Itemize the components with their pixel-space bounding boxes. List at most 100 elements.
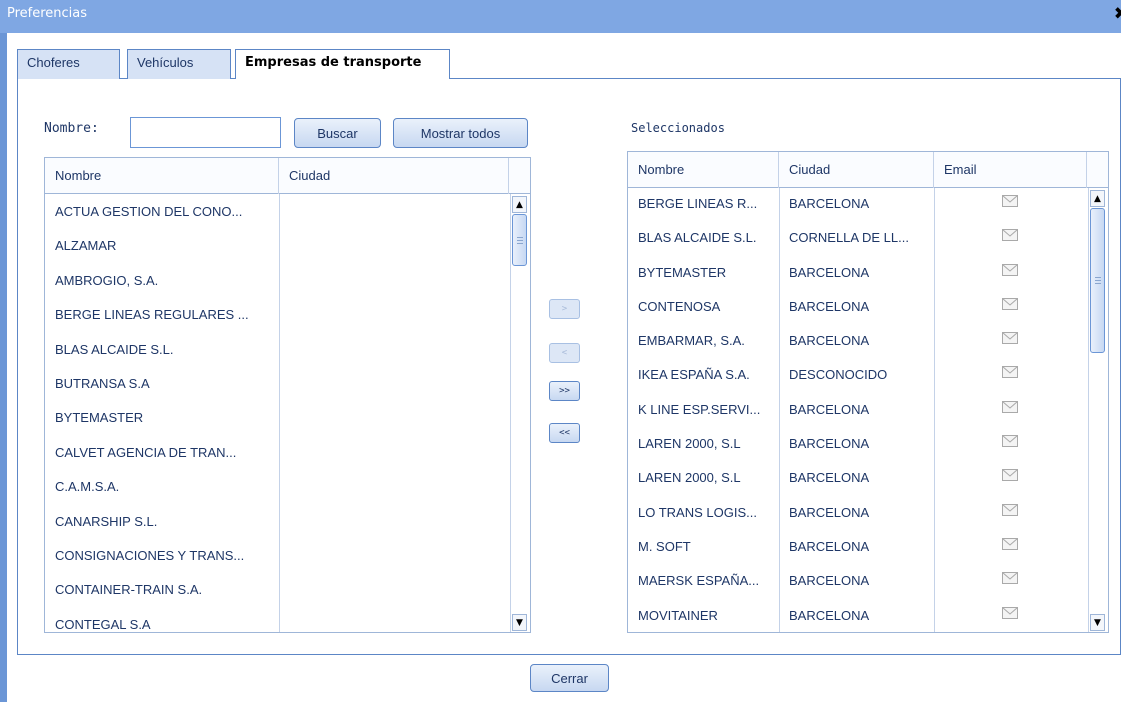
tab-label: Choferes bbox=[27, 55, 80, 70]
cell-nombre: BYTEMASTER bbox=[638, 264, 727, 280]
tab-choferes[interactable]: Choferes bbox=[17, 49, 120, 79]
tab-label: Vehículos bbox=[137, 55, 194, 70]
cell-nombre: CONTENOSA bbox=[638, 298, 721, 314]
cell-ciudad: BARCELONA bbox=[789, 401, 870, 417]
cell-nombre: LAREN 2000, S.L bbox=[638, 436, 741, 452]
email-icon[interactable] bbox=[1002, 469, 1018, 482]
cell-ciudad: BARCELONA bbox=[789, 470, 870, 486]
selected-scrollbar[interactable]: ▲ ▼ bbox=[1088, 188, 1105, 632]
cell-ciudad: DESCONOCIDO bbox=[789, 367, 888, 383]
column-header-ciudad[interactable]: Ciudad bbox=[279, 158, 509, 194]
email-icon[interactable] bbox=[1002, 606, 1018, 619]
selected-grid-header: Nombre Ciudad Email bbox=[628, 152, 1108, 188]
scroll-up-icon[interactable]: ▲ bbox=[1090, 190, 1105, 207]
tab-vehiculos[interactable]: Vehículos bbox=[127, 49, 231, 79]
cell-nombre: LO TRANS LOGIS... bbox=[638, 504, 757, 520]
cell-nombre: BYTEMASTER bbox=[55, 410, 144, 426]
available-scrollbar[interactable]: ▲ ▼ bbox=[510, 194, 527, 632]
email-icon[interactable] bbox=[1002, 400, 1018, 413]
name-search-input[interactable] bbox=[130, 117, 281, 148]
add-selected-button[interactable]: > bbox=[549, 299, 580, 319]
cell-ciudad bbox=[279, 194, 507, 228]
scroll-down-icon[interactable]: ▼ bbox=[1090, 614, 1105, 631]
cell-nombre: CONTEGAL S.A bbox=[55, 616, 151, 632]
column-header-nombre[interactable]: Nombre bbox=[45, 158, 279, 194]
cell-ciudad bbox=[279, 504, 507, 538]
remove-selected-button[interactable]: < bbox=[549, 343, 580, 363]
cell-ciudad bbox=[279, 400, 507, 434]
cell-ciudad: BARCELONA bbox=[789, 504, 870, 520]
scroll-up-icon[interactable]: ▲ bbox=[512, 196, 527, 213]
column-divider bbox=[934, 188, 935, 632]
name-label: Nombre: bbox=[44, 121, 99, 136]
cell-ciudad bbox=[279, 572, 507, 606]
cell-ciudad bbox=[279, 435, 507, 469]
cell-ciudad bbox=[279, 469, 507, 503]
scroll-thumb[interactable] bbox=[512, 214, 527, 266]
cell-nombre: ACTUA GESTION DEL CONO... bbox=[55, 204, 243, 219]
tab-empresas-de-transporte[interactable]: Empresas de transporte bbox=[235, 49, 450, 80]
scroll-down-icon[interactable]: ▼ bbox=[512, 614, 527, 631]
cell-nombre: AMBROGIO, S.A. bbox=[55, 272, 159, 288]
cell-nombre: BERGE LINEAS REGULARES ... bbox=[55, 307, 249, 323]
column-header-nombre[interactable]: Nombre bbox=[628, 152, 779, 188]
cell-nombre: CONSIGNACIONES Y TRANS... bbox=[55, 547, 245, 563]
email-icon[interactable] bbox=[1002, 229, 1018, 242]
cell-ciudad bbox=[279, 297, 507, 331]
close-button[interactable]: Cerrar bbox=[530, 664, 609, 692]
selected-label: Seleccionados bbox=[631, 121, 725, 135]
close-icon[interactable]: ✖ bbox=[1114, 4, 1121, 24]
email-icon[interactable] bbox=[1002, 195, 1018, 207]
cell-ciudad: BARCELONA bbox=[789, 436, 870, 452]
cell-nombre: CONTAINER-TRAIN S.A. bbox=[55, 582, 203, 598]
cell-ciudad: BARCELONA bbox=[789, 538, 870, 554]
cell-ciudad: BARCELONA bbox=[789, 298, 870, 314]
cell-ciudad: BARCELONA bbox=[789, 573, 870, 589]
cell-ciudad bbox=[279, 538, 507, 572]
cell-nombre: MAERSK ESPAÑA... bbox=[638, 573, 760, 589]
preferences-window: Preferencias ✖ Choferes Vehículos Empres… bbox=[0, 0, 1121, 702]
tab-strip: Choferes Vehículos Empresas de transport… bbox=[17, 49, 1121, 80]
email-icon[interactable] bbox=[1002, 572, 1018, 585]
cell-nombre: CALVET AGENCIA DE TRAN... bbox=[55, 444, 237, 460]
column-header-ciudad[interactable]: Ciudad bbox=[779, 152, 934, 188]
cell-ciudad: BARCELONA bbox=[789, 607, 870, 623]
cell-nombre: M. SOFT bbox=[638, 538, 691, 554]
cell-nombre: LAREN 2000, S.L bbox=[638, 470, 741, 486]
cell-nombre: BLAS ALCAIDE S.L. bbox=[638, 230, 757, 246]
cell-nombre: IKEA ESPAÑA S.A. bbox=[638, 367, 750, 383]
selected-grid: Nombre Ciudad Email BERGE LINEAS R... BAR… bbox=[627, 151, 1109, 633]
email-icon[interactable] bbox=[1002, 537, 1018, 550]
available-grid-header: Nombre Ciudad bbox=[45, 158, 530, 194]
cell-nombre: MOVITAINER bbox=[638, 607, 718, 623]
search-button[interactable]: Buscar bbox=[294, 118, 381, 148]
cell-ciudad: CORNELLA DE LL... bbox=[789, 230, 909, 246]
cell-ciudad: BARCELONA bbox=[789, 196, 870, 211]
cell-nombre: BLAS ALCAIDE S.L. bbox=[55, 341, 174, 357]
email-icon[interactable] bbox=[1002, 297, 1018, 310]
cell-ciudad bbox=[279, 607, 507, 632]
window-title: Preferencias bbox=[7, 6, 88, 21]
cell-nombre: CANARSHIP S.L. bbox=[55, 513, 158, 529]
email-icon[interactable] bbox=[1002, 332, 1018, 345]
tab-label: Empresas de transporte bbox=[245, 55, 422, 70]
cell-ciudad bbox=[279, 366, 507, 400]
remove-all-button[interactable]: << bbox=[549, 423, 580, 443]
email-icon[interactable] bbox=[1002, 366, 1018, 379]
cell-nombre: BUTRANSA S.A bbox=[55, 375, 150, 391]
cell-nombre: EMBARMAR, S.A. bbox=[638, 333, 745, 349]
email-icon[interactable] bbox=[1002, 435, 1018, 448]
email-icon[interactable] bbox=[1002, 263, 1018, 276]
tab-panel: Nombre: Buscar Mostrar todos Nombre Ciud… bbox=[17, 79, 1121, 655]
cell-ciudad bbox=[279, 332, 507, 366]
column-header-email[interactable]: Email bbox=[934, 152, 1087, 188]
cell-ciudad bbox=[279, 263, 507, 297]
cell-nombre: ALZAMAR bbox=[55, 238, 117, 254]
email-icon[interactable] bbox=[1002, 503, 1018, 516]
title-bar: Preferencias ✖ bbox=[0, 0, 1121, 33]
cell-ciudad: BARCELONA bbox=[789, 264, 870, 280]
scroll-thumb[interactable] bbox=[1090, 208, 1105, 353]
add-all-button[interactable]: >> bbox=[549, 381, 580, 401]
available-grid: Nombre Ciudad ACTUA GESTION DEL CONO... A… bbox=[44, 157, 531, 633]
show-all-button[interactable]: Mostrar todos bbox=[393, 118, 528, 148]
